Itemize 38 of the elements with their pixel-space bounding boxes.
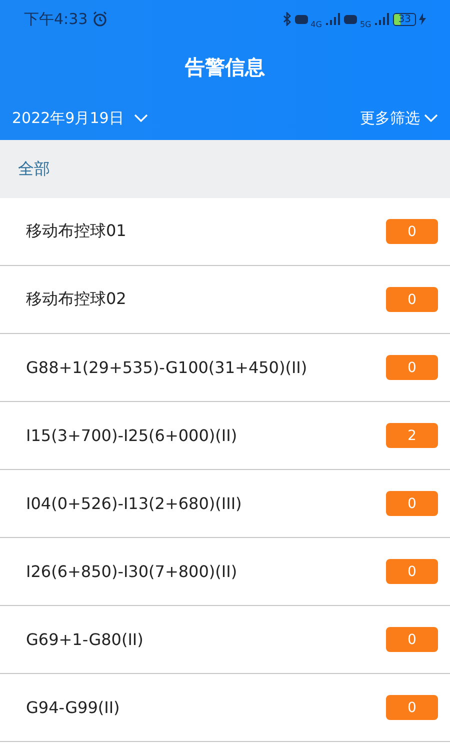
location-name: I04(0+526)-I13(2+680)(III)	[26, 494, 242, 513]
location-name: I26(6+850)-I30(7+800)(II)	[26, 562, 238, 581]
network-label: 4G	[310, 20, 322, 28]
alarm-list-item[interactable]: G69+1-G80(II) 0	[0, 606, 450, 674]
signal-icon	[324, 13, 341, 25]
status-time: 下午4:33	[24, 10, 88, 28]
location-name: 移动布控球01	[26, 221, 126, 242]
alarm-list-item[interactable]: I15(3+700)-I25(6+000)(II) 2	[0, 402, 450, 470]
count-badge: 0	[386, 219, 438, 244]
count-badge: 0	[386, 355, 438, 380]
alarm-list-item[interactable]: 移动布控球01 0	[0, 198, 450, 266]
count-badge: 0	[386, 559, 438, 584]
alarm-list-item[interactable]: G88+1(29+535)-G100(31+450)(II) 0	[0, 334, 450, 402]
count-badge: 0	[386, 695, 438, 720]
alarm-list-item[interactable]: 移动布控球02 0	[0, 266, 450, 334]
alarm-list-item[interactable]: G94-G99(II) 0	[0, 674, 450, 742]
count-badge: 0	[386, 627, 438, 652]
category-label[interactable]: 全部	[18, 158, 50, 180]
alarm-clock-icon	[92, 11, 108, 27]
count-badge: 0	[386, 491, 438, 516]
more-filters-dropdown[interactable]: 更多筛选	[360, 108, 438, 128]
count-badge: 0	[386, 287, 438, 312]
charging-bolt-icon	[419, 13, 426, 25]
count-badge: 2	[386, 423, 438, 448]
location-name: G69+1-G80(II)	[26, 630, 144, 649]
network-label: 5G	[360, 20, 372, 28]
location-name: G88+1(29+535)-G100(31+450)(II)	[26, 358, 308, 377]
location-name: I15(3+700)-I25(6+000)(II)	[26, 426, 238, 445]
chevron-down-icon	[134, 114, 148, 122]
signal-icon	[374, 13, 390, 25]
page-title: 告警信息	[184, 54, 266, 80]
location-name: G94-G99(II)	[26, 698, 120, 717]
bluetooth-icon	[282, 12, 292, 26]
alarm-list-item[interactable]: I26(6+850)-I30(7+800)(II) 0	[0, 538, 450, 606]
date-dropdown[interactable]: 2022年9月19日	[12, 108, 148, 128]
chevron-down-icon	[424, 114, 438, 122]
location-name: 移动布控球02	[26, 289, 126, 310]
alarm-list-item[interactable]: I04(0+526)-I13(2+680)(III) 0	[0, 470, 450, 538]
